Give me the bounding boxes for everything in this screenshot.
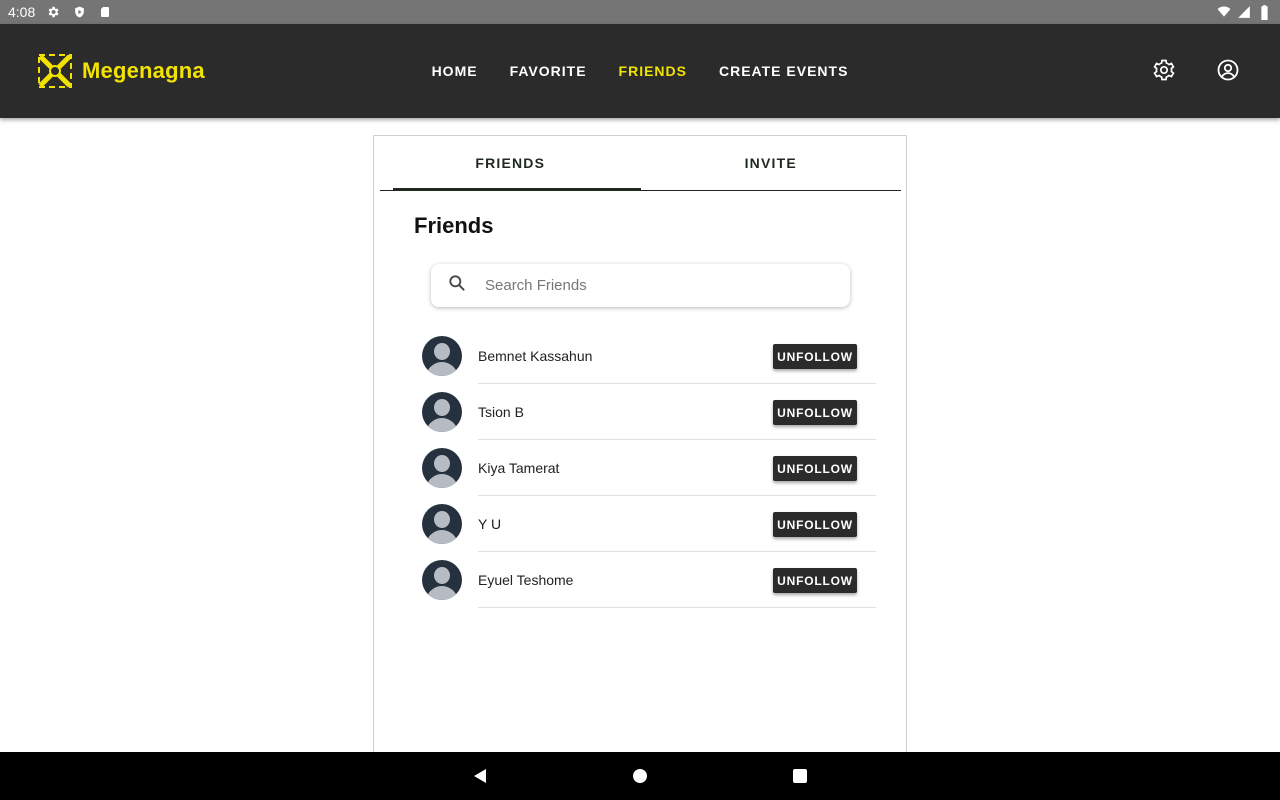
tab-friends[interactable]: FRIENDS (380, 136, 641, 191)
avatar (422, 336, 462, 376)
avatar (422, 448, 462, 488)
status-time: 4:08 (8, 4, 36, 20)
unfollow-button[interactable]: UNFOLLOW (773, 512, 857, 537)
friend-name: Tsion B (478, 404, 524, 420)
friend-list: Bemnet Kassahun UNFOLLOW Tsion B UNFOLLO… (422, 328, 876, 608)
app-bar: Megenagna HOME FAVORITE FRIENDS CREATE E… (0, 24, 1280, 118)
status-bar: 4:08 (0, 0, 1280, 24)
battery-icon (1256, 4, 1272, 20)
search-icon (447, 273, 467, 298)
wifi-icon (1216, 4, 1232, 20)
shield-icon (71, 4, 87, 20)
signal-icon (1236, 4, 1252, 20)
unfollow-button[interactable]: UNFOLLOW (773, 456, 857, 481)
recents-icon[interactable] (790, 766, 810, 786)
brand-logo-icon (38, 54, 72, 88)
unfollow-button[interactable]: UNFOLLOW (773, 344, 857, 369)
list-item: Tsion B UNFOLLOW (422, 384, 876, 440)
avatar (422, 392, 462, 432)
friend-name: Eyuel Teshome (478, 572, 574, 588)
brand[interactable]: Megenagna (38, 54, 205, 88)
list-item: Y U UNFOLLOW (422, 496, 876, 552)
unfollow-button[interactable]: UNFOLLOW (773, 400, 857, 425)
avatar (422, 504, 462, 544)
nav-home[interactable]: HOME (432, 63, 478, 79)
list-item: Eyuel Teshome UNFOLLOW (422, 552, 876, 608)
friends-card: FRIENDS INVITE Friends Bemnet Kassahun U… (373, 135, 907, 775)
unfollow-button[interactable]: UNFOLLOW (773, 568, 857, 593)
search-input[interactable] (485, 277, 815, 294)
search-box (431, 264, 850, 307)
section-title: Friends (414, 213, 494, 238)
gear-icon (45, 4, 61, 20)
system-nav-bar (0, 752, 1280, 800)
home-icon[interactable] (630, 766, 650, 786)
settings-icon[interactable] (1152, 58, 1176, 82)
back-icon[interactable] (470, 766, 490, 786)
list-item: Bemnet Kassahun UNFOLLOW (422, 328, 876, 384)
list-item: Kiya Tamerat UNFOLLOW (422, 440, 876, 496)
friend-name: Y U (478, 516, 502, 532)
avatar (422, 560, 462, 600)
nav-friends[interactable]: FRIENDS (619, 63, 687, 79)
friend-name: Bemnet Kassahun (478, 348, 593, 364)
brand-name: Megenagna (82, 58, 205, 83)
friend-name: Kiya Tamerat (478, 460, 560, 476)
account-icon[interactable] (1216, 58, 1240, 82)
divider (478, 607, 876, 608)
sd-card-icon (97, 4, 113, 20)
tab-invite[interactable]: INVITE (641, 136, 902, 190)
nav-favorite[interactable]: FAVORITE (510, 63, 587, 79)
tab-bar: FRIENDS INVITE (380, 136, 901, 191)
nav-create-events[interactable]: CREATE EVENTS (719, 63, 848, 79)
